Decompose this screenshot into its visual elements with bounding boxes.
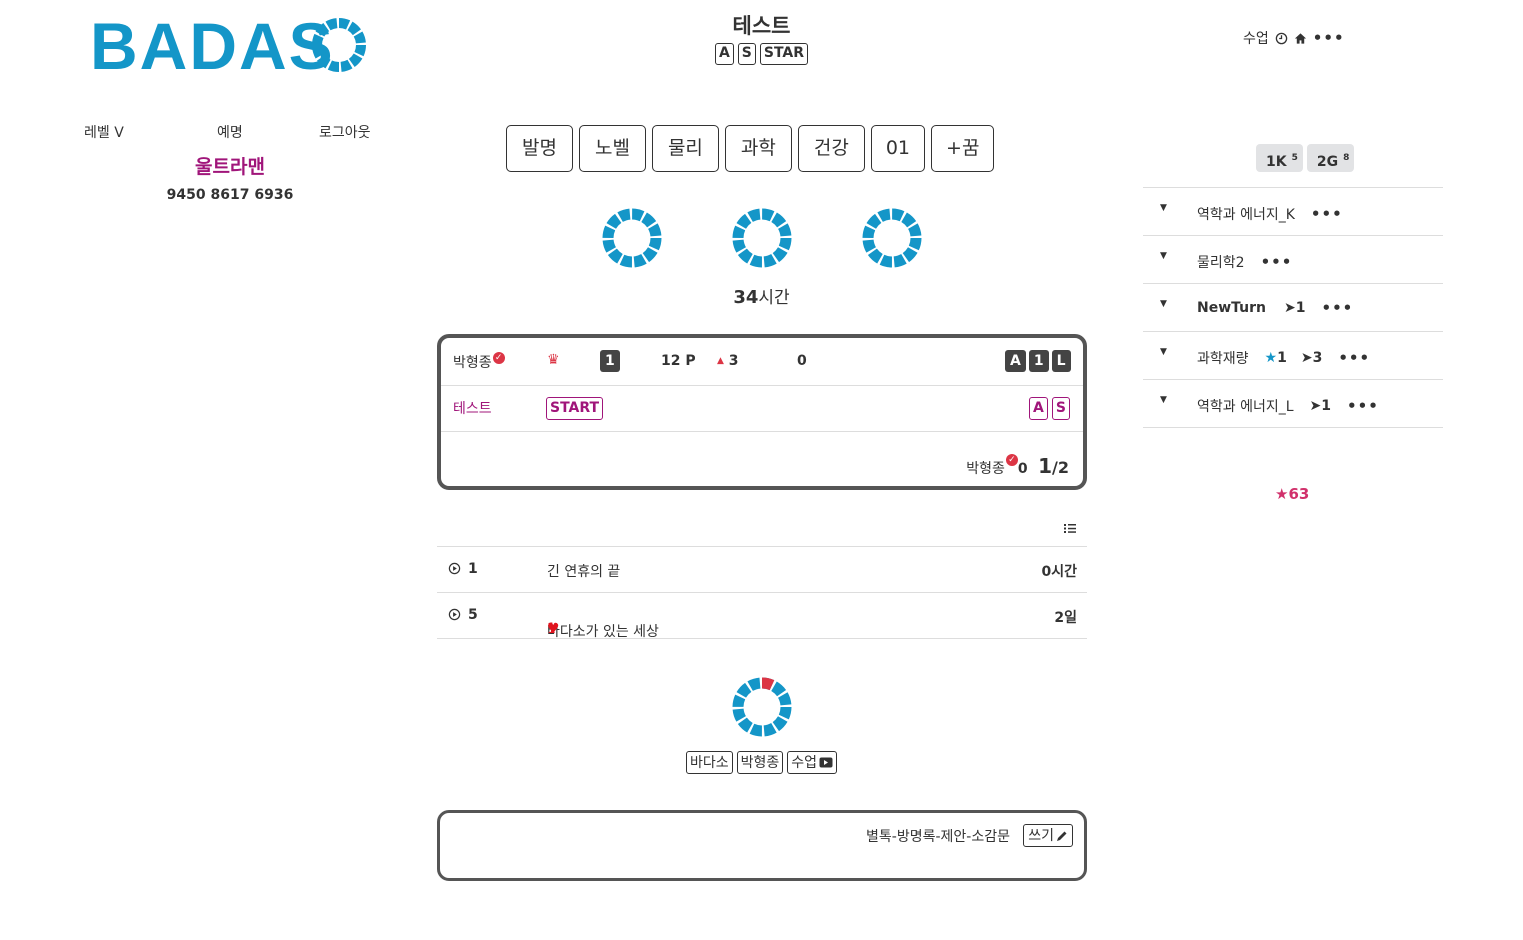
category-nav: 발명 노벨 물리 과학 건강 01 +꿈 — [506, 125, 995, 172]
star-count: ★1 — [1264, 350, 1287, 366]
write-button[interactable]: 쓰기 — [1023, 824, 1073, 847]
stat-badges: 1K 5 2G 8 — [1256, 144, 1355, 172]
progress-ring-2[interactable] — [730, 206, 794, 270]
nav-science[interactable]: 과학 — [724, 125, 792, 172]
summary-text: 박형종✓0 1/2 — [966, 454, 1069, 478]
list-item[interactable]: 5 바다소가 있는 세상 ♥ 1 2일 — [437, 593, 1087, 640]
k-badge[interactable]: 1K 5 — [1256, 144, 1303, 172]
caret-down-icon[interactable]: ▼ — [1160, 251, 1167, 261]
badge-1-dark[interactable]: 1 — [1028, 350, 1049, 372]
class-sidebar: ▼ 역학과 에너지_K ••• ▼ 물리학2 ••• ▼ NewTurn ➤1 ••• … — [1143, 187, 1443, 428]
tag-teacher[interactable]: 박형종 — [736, 751, 784, 774]
num-badge[interactable]: 1 — [600, 350, 620, 372]
list-item[interactable]: 1 긴 연휴의 끝 0시간 — [437, 547, 1087, 593]
home-icon[interactable] — [1294, 32, 1307, 45]
logout-link[interactable]: 로그아웃 — [319, 122, 371, 142]
badge-a-dark[interactable]: A — [1005, 350, 1026, 372]
start-badge[interactable]: START — [546, 397, 604, 420]
class-link[interactable]: 수업 — [1243, 28, 1269, 48]
nav-dream[interactable]: +꿈 — [931, 125, 995, 172]
up-arrow-icon: ▲ — [717, 356, 724, 366]
caret-down-icon[interactable]: ▼ — [1160, 395, 1167, 405]
item-number: 1 — [468, 561, 478, 577]
badge-star[interactable]: STAR — [759, 43, 809, 65]
send-icon: ➤ — [1300, 350, 1313, 366]
sidebar-item-newturn[interactable]: ▼ NewTurn ➤1 ••• — [1143, 284, 1443, 332]
nav-health[interactable]: 건강 — [797, 125, 865, 172]
user-nickname[interactable]: 울트라맨 — [130, 152, 330, 179]
points-value: 12 P — [661, 353, 696, 369]
verified-icon: ✓ — [492, 352, 505, 364]
sidebar-item-science[interactable]: ▼ 과학재량 ★1 ➤3 ••• — [1143, 332, 1443, 380]
more-icon[interactable]: ••• — [1338, 350, 1370, 366]
lesson-list: 1 긴 연휴의 끝 0시간 5 바다소가 있는 세상 ♥ 1 2일 — [437, 546, 1087, 640]
more-icon[interactable]: ••• — [1311, 206, 1343, 222]
arrow-count: ➤1 — [1309, 398, 1332, 414]
class-row: 테스트 START A S — [441, 386, 1083, 432]
item-number: 5 — [468, 607, 478, 623]
badge-a-pink[interactable]: A — [1029, 397, 1048, 420]
header-right-menu: 수업 ••• — [1243, 28, 1345, 48]
play-circle-icon — [448, 607, 461, 623]
crown-icon: ♛ — [547, 352, 560, 368]
level-link[interactable]: 레벨 V — [84, 122, 124, 142]
badge-l-dark[interactable]: L — [1051, 350, 1071, 372]
honor-link[interactable]: 예명 — [217, 122, 243, 142]
member-row: 박형종 ✓ ♛ 1 12 P ▲ 3 0 A 1 L — [441, 338, 1083, 386]
nav-nobel[interactable]: 노벨 — [578, 125, 646, 172]
pencil-icon — [1057, 831, 1067, 841]
badge-s[interactable]: S — [737, 43, 756, 65]
member-card: 박형종 ✓ ♛ 1 12 P ▲ 3 0 A 1 L 테스트 START A S … — [437, 334, 1087, 490]
more-icon[interactable]: ••• — [1313, 30, 1345, 46]
progress-ring-3[interactable] — [860, 206, 924, 270]
progress-ring-1[interactable] — [600, 206, 664, 270]
nav-invention[interactable]: 발명 — [506, 125, 573, 172]
sidebar-item-mechanics-k[interactable]: ▼ 역학과 에너지_K ••• — [1143, 188, 1443, 236]
member-name[interactable]: 박형종 ✓ — [453, 352, 505, 372]
sidebar-item-mechanics-l[interactable]: ▼ 역학과 에너지_L ➤1 ••• — [1143, 380, 1443, 428]
zero-value: 0 — [797, 353, 807, 369]
nav-physics[interactable]: 물리 — [651, 125, 719, 172]
more-icon[interactable]: ••• — [1321, 300, 1353, 316]
guestbook-card: 별톡-방명록-제안-소감문 쓰기 — [437, 810, 1087, 881]
g-badge[interactable]: 2G 8 — [1306, 144, 1355, 172]
summary-row: 박형종✓0 1/2 — [441, 432, 1083, 486]
arrow-count: ➤3 — [1300, 350, 1323, 366]
caret-down-icon[interactable]: ▼ — [1160, 299, 1167, 309]
clock-icon[interactable] — [1275, 32, 1288, 45]
list-icon[interactable] — [1062, 521, 1078, 535]
video-icon — [819, 757, 833, 768]
send-icon: ➤ — [1284, 300, 1296, 316]
item-title[interactable]: 긴 연휴의 끝 — [547, 561, 620, 581]
sidebar-item-physics2[interactable]: ▼ 물리학2 ••• — [1143, 236, 1443, 284]
caret-down-icon[interactable]: ▼ — [1160, 203, 1167, 213]
progress-ring-bottom[interactable] — [730, 675, 794, 739]
play-circle-icon — [448, 561, 461, 577]
send-icon: ➤ — [1309, 398, 1322, 414]
tag-badaso[interactable]: 바다소 — [685, 751, 733, 774]
arrow-count: ➤1 — [1284, 300, 1306, 316]
bottom-tags: 바다소 박형종 수업 — [0, 751, 1523, 774]
nav-01[interactable]: 01 — [870, 125, 926, 172]
heart-count: 1 — [547, 621, 556, 637]
more-icon[interactable]: ••• — [1347, 398, 1379, 414]
badge-a[interactable]: A — [714, 43, 734, 65]
verified-icon: ✓ — [1005, 454, 1018, 466]
caret-down-icon[interactable]: ▼ — [1160, 347, 1167, 357]
user-number: 9450 8617 6936 — [166, 187, 294, 203]
item-time: 0시간 — [1041, 564, 1077, 580]
star-icon: ★ — [1264, 350, 1278, 366]
badge-s-pink[interactable]: S — [1051, 397, 1070, 420]
guestbook-links[interactable]: 별톡-방명록-제안-소감문 — [866, 826, 1010, 846]
more-icon[interactable]: ••• — [1261, 254, 1293, 270]
rank-change: ▲ 3 — [717, 353, 739, 369]
total-stars[interactable]: ★63 — [1275, 485, 1309, 503]
star-icon: ★ — [1275, 485, 1289, 503]
tag-class[interactable]: 수업 — [787, 751, 838, 774]
item-time: 2일 — [1054, 610, 1077, 626]
class-name[interactable]: 테스트 — [453, 398, 492, 418]
